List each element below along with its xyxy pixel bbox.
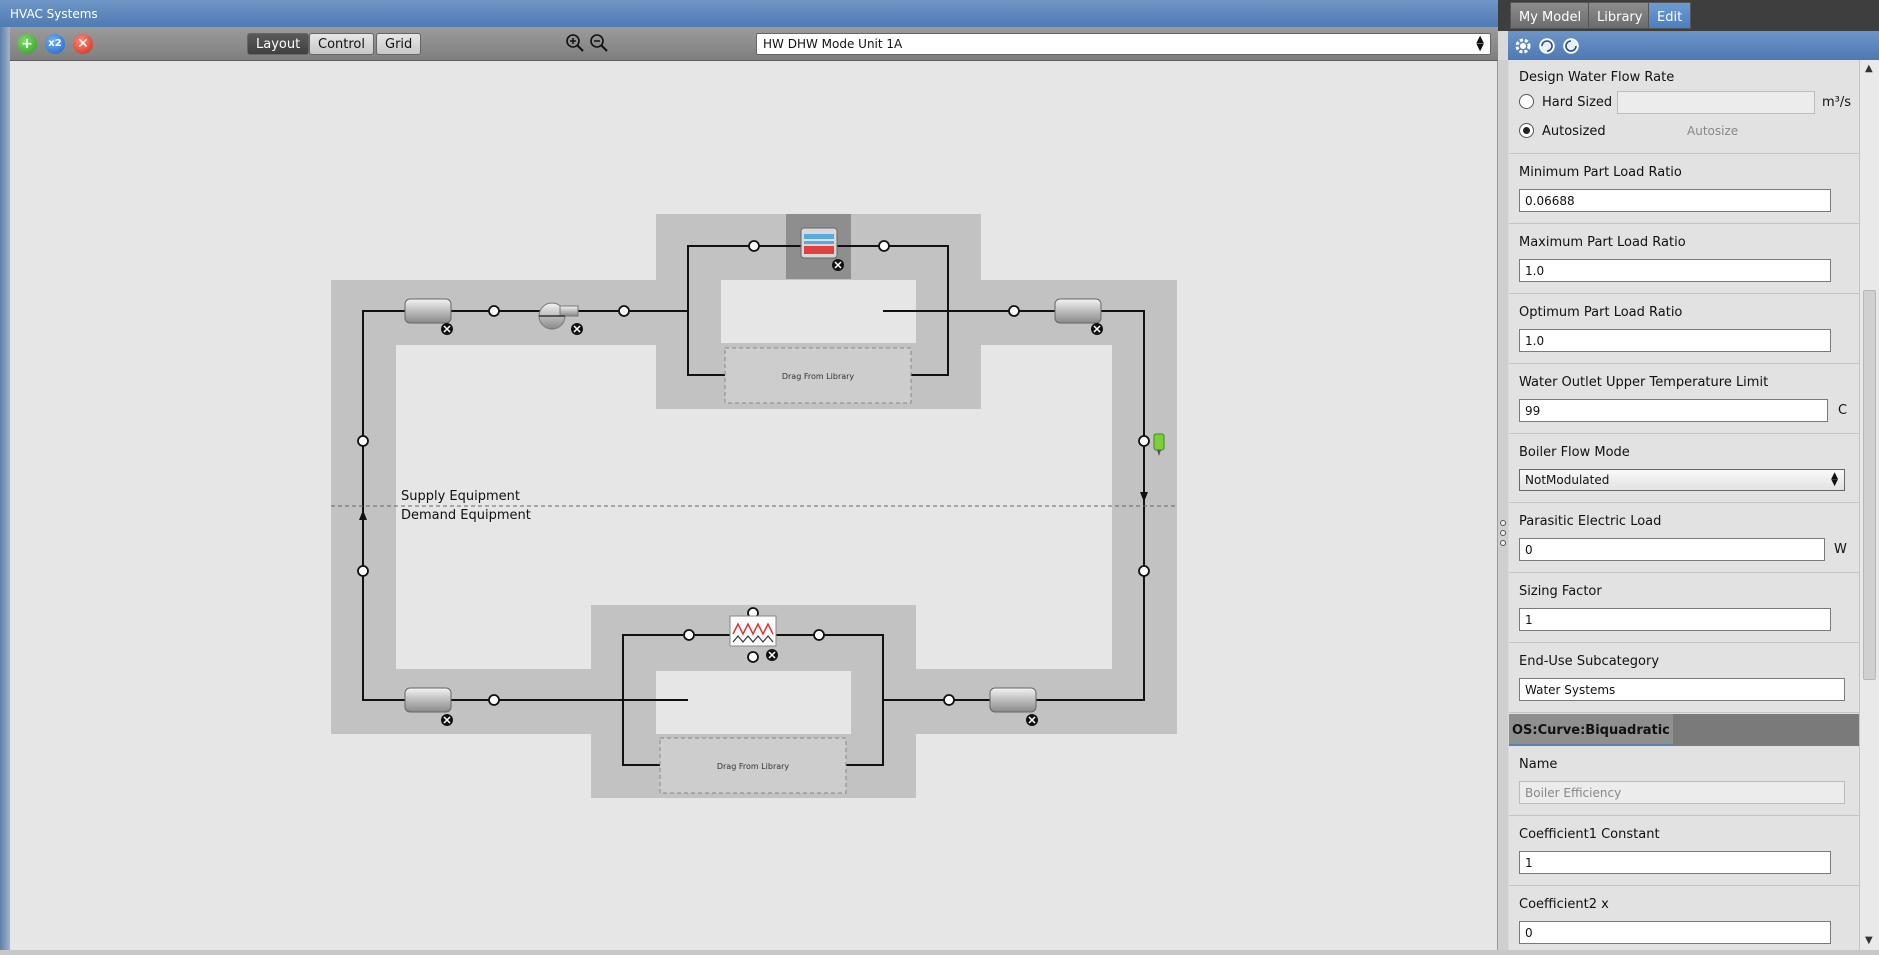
tab-edit[interactable]: Edit — [1648, 2, 1692, 29]
chevron-updown-icon: ▲ ▼ — [1831, 471, 1838, 488]
x-icon[interactable]: ✕ — [73, 34, 93, 54]
boiler-inspector-form: Design Water Flow Rate Hard Sized m³/s A… — [1509, 60, 1859, 950]
panel-splitter[interactable] — [1498, 60, 1508, 955]
end-use-label: End-Use Subcategory — [1519, 654, 1660, 669]
outlet-temp-unit: C — [1838, 403, 1848, 418]
curve-section-tab[interactable]: OS:Curve:Biquadratic — [1509, 714, 1673, 746]
bottom-border — [0, 950, 1879, 955]
outlet-temp-input[interactable]: 99 — [1519, 399, 1828, 422]
min-plr-group: Minimum Part Load Ratio 0.06688 — [1509, 154, 1859, 224]
flow-mode-value: NotModulated — [1525, 473, 1610, 487]
end-use-group: End-Use Subcategory Water Systems — [1509, 643, 1859, 713]
left-edge-strip — [0, 27, 10, 955]
parasitic-load-group: Parasitic Electric Load 0 W — [1509, 503, 1859, 573]
layout-button[interactable]: Layout — [247, 33, 310, 55]
chevron-updown-icon: ▲ ▼ — [1476, 34, 1484, 53]
scroll-thumb[interactable] — [1863, 290, 1876, 680]
drop-zone-bottom-label: Drag From Library — [717, 762, 790, 771]
curve-name-label: Name — [1519, 757, 1558, 772]
hard-sized-input[interactable] — [1617, 91, 1815, 114]
supply-equipment-label: Supply Equipment — [401, 489, 520, 504]
hard-sized-label: Hard Sized — [1542, 95, 1613, 110]
coef2-group: Coefficient2 x 0 — [1509, 886, 1859, 950]
max-plr-label: Maximum Part Load Ratio — [1519, 235, 1686, 250]
app-window: HVAC Systems + x2 ✕ Layout Control Grid … — [0, 0, 1879, 955]
sizing-factor-input[interactable]: 1 — [1519, 608, 1831, 631]
coef1-group: Coefficient1 Constant 1 — [1509, 816, 1859, 886]
hvac-toolbar: + x2 ✕ Layout Control Grid HW DHW Mode U… — [10, 27, 1498, 61]
flow-mode-select[interactable]: NotModulated ▲ ▼ — [1519, 469, 1845, 491]
hard-sized-radio[interactable] — [1519, 94, 1534, 109]
water-heater-icon[interactable] — [729, 615, 777, 647]
inspector-toolbar — [1508, 31, 1879, 60]
outlet-temp-label: Water Outlet Upper Temperature Limit — [1519, 375, 1769, 390]
plus-icon[interactable]: + — [17, 34, 37, 54]
tab-library[interactable]: Library — [1588, 2, 1652, 29]
tab-my-model[interactable]: My Model — [1510, 2, 1591, 29]
x2-icon[interactable]: x2 — [45, 34, 65, 54]
reload-icon[interactable] — [1561, 36, 1581, 56]
flow-mode-label: Boiler Flow Mode — [1519, 445, 1630, 460]
inspector-scrollbar[interactable]: ▲ ▼ — [1859, 60, 1879, 950]
autosized-radio[interactable] — [1519, 123, 1534, 138]
grid-button[interactable]: Grid — [376, 33, 422, 55]
inspector-tabs: My Model Library Edit — [1498, 0, 1879, 31]
sizing-factor-group: Sizing Factor 1 — [1509, 573, 1859, 643]
curve-section-header: OS:Curve:Biquadratic — [1509, 714, 1859, 746]
parasitic-load-label: Parasitic Electric Load — [1519, 514, 1662, 529]
gear-icon[interactable] — [1513, 36, 1533, 56]
opt-plr-input[interactable]: 1.0 — [1519, 329, 1831, 352]
inspector-panel: My Model Library Edit Design Water Flow … — [1498, 0, 1879, 955]
panel-title: HVAC Systems — [0, 0, 1498, 27]
autosized-label: Autosized — [1542, 124, 1606, 139]
system-select-value: HW DHW Mode Unit 1A — [763, 37, 903, 51]
opt-plr-group: Optimum Part Load Ratio 1.0 — [1509, 294, 1859, 364]
max-plr-input[interactable]: 1.0 — [1519, 259, 1831, 282]
min-plr-label: Minimum Part Load Ratio — [1519, 165, 1682, 180]
boiler-icon[interactable] — [800, 227, 838, 259]
demand-equipment-label: Demand Equipment — [401, 508, 531, 523]
scroll-up-icon[interactable]: ▲ — [1865, 63, 1873, 74]
autosize-placeholder: Autosize — [1687, 124, 1739, 138]
design-water-flow-rate-group: Design Water Flow Rate Hard Sized m³/s A… — [1509, 60, 1859, 154]
max-plr-group: Maximum Part Load Ratio 1.0 — [1509, 224, 1859, 294]
bottom-branch-gap — [656, 671, 851, 734]
flow-rate-unit: m³/s — [1822, 95, 1852, 110]
plant-loop-diagram: Drag From Library Drag From Library Supp… — [331, 214, 1177, 798]
control-button[interactable]: Control — [309, 33, 374, 55]
system-select[interactable]: HW DHW Mode Unit 1A ▲ ▼ — [756, 33, 1491, 55]
splitter-grip-icon — [1500, 520, 1506, 550]
flow-mode-group: Boiler Flow Mode NotModulated ▲ ▼ — [1509, 434, 1859, 503]
outlet-temp-group: Water Outlet Upper Temperature Limit 99 … — [1509, 364, 1859, 434]
zoom-out-icon[interactable] — [588, 32, 610, 54]
opt-plr-label: Optimum Part Load Ratio — [1519, 305, 1683, 320]
hvac-main-panel: HVAC Systems + x2 ✕ Layout Control Grid … — [0, 0, 1498, 955]
coef1-label: Coefficient1 Constant — [1519, 827, 1660, 842]
coef2-label: Coefficient2 x — [1519, 897, 1609, 912]
zoom-in-icon[interactable] — [564, 32, 586, 54]
end-use-input[interactable]: Water Systems — [1519, 678, 1845, 701]
parasitic-load-unit: W — [1834, 542, 1847, 557]
parasitic-load-input[interactable]: 0 — [1519, 538, 1825, 561]
curve-name-group: Name Boiler Efficiency — [1509, 746, 1859, 816]
loop-diagram-canvas: Drag From Library Drag From Library Supp… — [10, 62, 1498, 950]
scroll-down-icon[interactable]: ▼ — [1865, 935, 1873, 946]
coef2-input[interactable]: 0 — [1519, 921, 1831, 944]
min-plr-input[interactable]: 0.06688 — [1519, 189, 1831, 212]
coef1-input[interactable]: 1 — [1519, 851, 1831, 874]
refresh-icon[interactable] — [1537, 36, 1557, 56]
design-water-flow-rate-label: Design Water Flow Rate — [1519, 70, 1675, 85]
sizing-factor-label: Sizing Factor — [1519, 584, 1602, 599]
drop-zone-top-label: Drag From Library — [782, 372, 855, 381]
curve-name-input[interactable]: Boiler Efficiency — [1519, 781, 1845, 804]
